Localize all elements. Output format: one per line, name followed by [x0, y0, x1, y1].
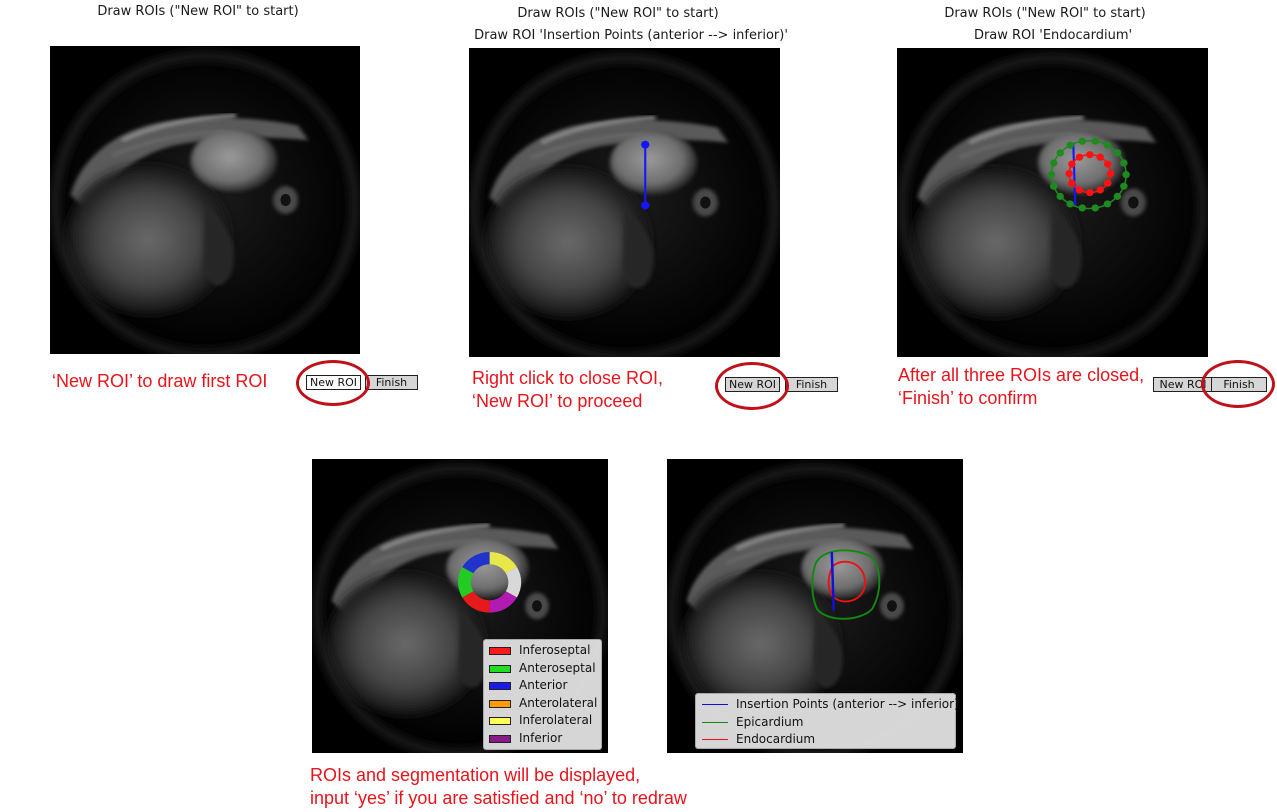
- legend-swatch: [489, 664, 511, 673]
- legend-swatch: [489, 717, 511, 725]
- epicardium-point[interactable]: [1056, 192, 1064, 200]
- legend-label: Anterolateral: [519, 695, 598, 710]
- segmentation-legend: Inferoseptal Anteroseptal Anterior Anterola…: [483, 639, 602, 750]
- legend-label: Inferior: [519, 730, 563, 745]
- epicardium-point[interactable]: [1056, 149, 1064, 157]
- legend-label: Insertion Points (anterior --> inferior): [736, 697, 959, 711]
- endocardium-point[interactable]: [1096, 153, 1104, 161]
- endocardium-point[interactable]: [1104, 160, 1112, 168]
- endocardium-point[interactable]: [1068, 179, 1076, 187]
- legend-line: [702, 721, 728, 723]
- insertion-point-anterior[interactable]: [641, 140, 650, 149]
- legend-label: Epicardium: [736, 714, 804, 729]
- epicardium-point[interactable]: [1120, 159, 1128, 167]
- epicardium-point[interactable]: [1103, 141, 1112, 149]
- step3-highlight-circle: [1201, 360, 1275, 408]
- legend-item: Anteroseptal: [484, 660, 601, 678]
- legend-item: Endocardium: [696, 731, 955, 749]
- step2-instruction-line2: ‘New ROI’ to proceed: [472, 391, 643, 411]
- step2-finish-button[interactable]: Finish: [785, 377, 838, 392]
- step3-mri-image[interactable]: [897, 48, 1208, 357]
- epicardium-point[interactable]: [1078, 137, 1087, 145]
- epicardium-point[interactable]: [1103, 200, 1112, 208]
- contours-legend: Insertion Points (anterior --> inferior)…: [695, 693, 959, 749]
- legend-label: Endocardium: [736, 732, 816, 746]
- legend-item: Inferolateral: [484, 712, 601, 730]
- epicardium-point[interactable]: [1047, 171, 1056, 179]
- segmentation-instruction-line2: input ‘yes’ if you are satisfied and ‘no…: [310, 788, 687, 808]
- endocardium-point[interactable]: [1068, 160, 1076, 168]
- step2-instruction-line1: Right click to close ROI,: [472, 368, 664, 388]
- legend-swatch: [489, 699, 511, 708]
- legend-swatch: [489, 734, 511, 743]
- insertion-point-inferior[interactable]: [641, 201, 650, 210]
- step1-finish-button[interactable]: Finish: [365, 375, 418, 390]
- endocardium-point[interactable]: [1106, 170, 1115, 178]
- step2-roi-subtitle: Draw ROI 'Insertion Points (anterior -->…: [474, 28, 788, 43]
- legend-label: Inferoseptal: [519, 643, 591, 657]
- endocardium-point[interactable]: [1104, 179, 1112, 187]
- endocardium-point[interactable]: [1075, 186, 1084, 194]
- step2-mri-image[interactable]: [469, 48, 780, 357]
- epicardium-point[interactable]: [1066, 200, 1074, 208]
- legend-line: [702, 704, 728, 705]
- endocardium-point[interactable]: [1075, 153, 1084, 161]
- step1-highlight-circle: [296, 360, 370, 406]
- legend-item: Epicardium: [696, 714, 955, 732]
- epicardium-point[interactable]: [1049, 159, 1058, 167]
- step3-window-title: Draw ROIs ("New ROI" to start): [944, 6, 1146, 21]
- epicardium-point[interactable]: [1066, 141, 1074, 149]
- step1-window-title: Draw ROIs ("New ROI" to start): [97, 4, 299, 19]
- endocardium-point[interactable]: [1065, 170, 1073, 178]
- step2-window-title: Draw ROIs ("New ROI" to start): [517, 6, 719, 21]
- step3-instruction-line2: ‘Finish’ to confirm: [898, 388, 1038, 408]
- legend-line: [702, 739, 728, 740]
- legend-item: Inferoseptal: [484, 642, 601, 660]
- legend-swatch: [489, 647, 511, 655]
- legend-label: Anterior: [519, 678, 568, 692]
- endocardium-point[interactable]: [1096, 186, 1104, 194]
- legend-label: Inferolateral: [519, 713, 593, 727]
- legend-item: Anterolateral: [484, 695, 601, 713]
- epicardium-point[interactable]: [1120, 182, 1128, 190]
- segmentation-instruction-line1: ROIs and segmentation will be displayed,: [310, 765, 641, 785]
- legend-item: Anterior: [484, 677, 601, 695]
- step3-roi-subtitle: Draw ROI 'Endocardium': [973, 28, 1133, 43]
- epicardium-point[interactable]: [1078, 204, 1087, 212]
- epicardium-point[interactable]: [1091, 137, 1099, 145]
- legend-item: Inferior: [484, 730, 601, 748]
- legend-swatch: [489, 682, 511, 690]
- step1-instruction: ‘New ROI’ to draw first ROI: [52, 371, 268, 391]
- epicardium-point[interactable]: [1113, 192, 1122, 200]
- endocardium-point[interactable]: [1086, 188, 1094, 197]
- step2-highlight-circle: [715, 362, 789, 410]
- step1-mri-image[interactable]: [50, 46, 360, 354]
- epicardium-point[interactable]: [1049, 182, 1058, 190]
- epicardium-point[interactable]: [1113, 149, 1122, 157]
- epicardium-point[interactable]: [1122, 171, 1130, 179]
- endocardium-point[interactable]: [1086, 151, 1094, 159]
- legend-label: Anteroseptal: [519, 660, 596, 675]
- legend-item: Insertion Points (anterior --> inferior): [696, 696, 959, 714]
- epicardium-point[interactable]: [1091, 204, 1099, 212]
- step3-instruction-line1: After all three ROIs are closed,: [898, 365, 1145, 385]
